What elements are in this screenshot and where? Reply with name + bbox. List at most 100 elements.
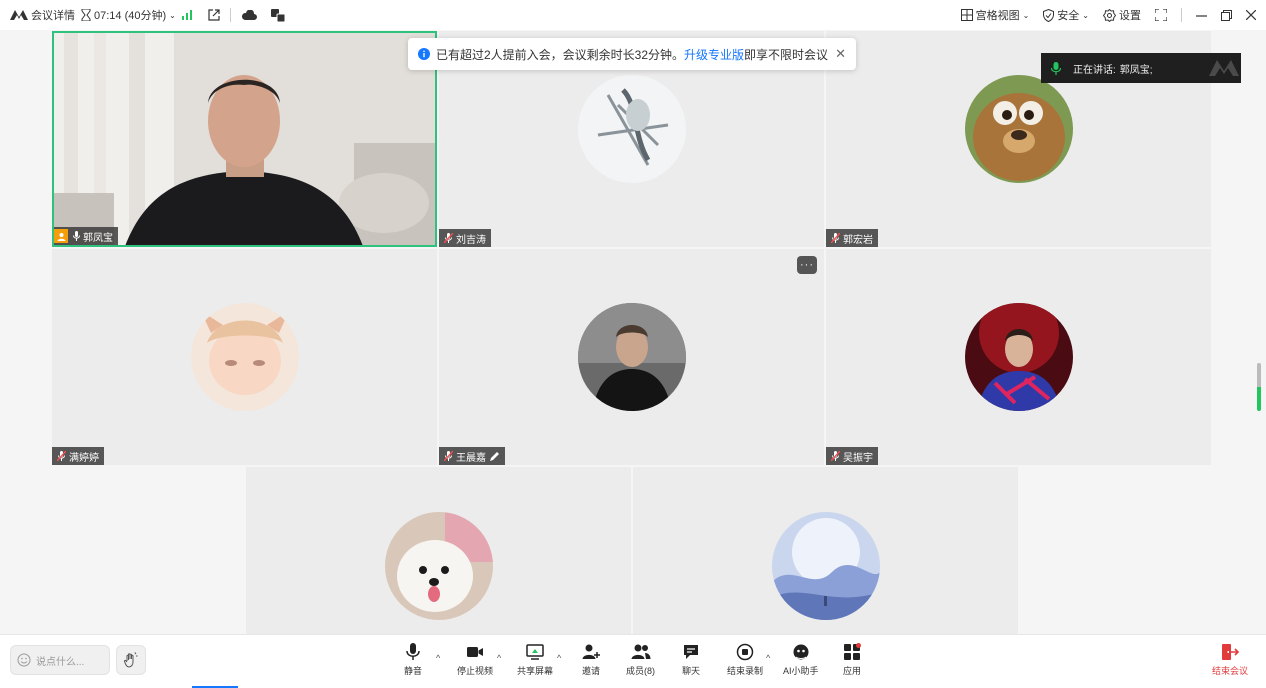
security-button[interactable]: 安全 ⌄ [1043,7,1089,23]
microphone-muted-icon [444,233,453,243]
upgrade-link[interactable]: 升级专业版 [684,46,744,63]
end-recording-button[interactable]: 结束录制 [727,643,763,677]
microphone-icon [406,643,420,660]
participant-name-tag: 郭宏岩 [826,229,878,247]
video-tile[interactable] [633,467,1018,634]
top-bar: 会议详情 07:14 (40分钟) ⌄ 宫格视图 ⌄ 安全 ⌄ 设置 [0,0,1266,30]
avatar [771,512,880,620]
apps-button[interactable]: 应用 [843,643,861,677]
stop-video-label: 停止视频 [457,666,494,676]
smiley-icon [17,653,31,667]
app-logo-icon [1209,60,1239,76]
shield-icon [1043,8,1055,22]
gallery-view-label: 宫格视图 [975,10,1020,22]
app-logo-icon [10,10,28,20]
timer-label: 07:14 (40分钟) [94,10,167,22]
chevron-up-icon[interactable]: ^ [497,653,501,663]
close-icon[interactable]: ✕ [835,46,846,62]
avatar [577,75,686,183]
participant-name: 王晨嘉 [456,452,486,464]
add-user-icon [582,644,600,659]
minimize-icon[interactable] [1196,10,1207,21]
translate-icon[interactable] [270,8,285,22]
hand-icon [123,652,138,668]
microphone-muted-icon [831,451,840,461]
more-options-button[interactable]: ··· [797,256,817,274]
members-button[interactable]: 成员(8) [626,643,655,677]
mute-button[interactable]: 静音 [404,643,422,677]
participant-name-tag: 王晨嘉 [439,447,505,465]
signal-strength-icon[interactable] [181,10,194,20]
chevron-down-icon: ⌄ [169,10,176,20]
camera-icon [467,647,483,657]
avatar [384,512,493,620]
chevron-up-icon[interactable]: ^ [557,653,561,663]
video-tile[interactable]: 吴振宇 [826,249,1211,465]
fullscreen-icon[interactable] [1155,9,1167,21]
speaking-name: 郭凤宝; [1119,64,1153,76]
apps-label: 应用 [843,666,862,676]
avatar [964,75,1073,183]
divider [1181,8,1182,22]
end-recording-label: 结束录制 [727,666,764,676]
users-icon [631,644,650,659]
chat-icon [684,645,698,659]
participant-name: 吴振宇 [843,452,873,464]
divider [229,8,231,22]
microphone-icon [1051,61,1061,75]
share-screen-icon [526,644,544,660]
cloud-icon[interactable] [241,9,257,21]
microphone-muted-icon [57,451,66,461]
share-screen-button[interactable]: 共享屏幕 [517,643,553,677]
meeting-details-button[interactable]: 会议详情 [10,7,75,23]
video-tile-self[interactable]: 郭凤宝 [52,31,437,247]
record-icon [736,643,754,661]
chevron-up-icon[interactable]: ^ [766,653,770,663]
stop-video-button[interactable]: 停止视频 [457,643,493,677]
close-icon[interactable] [1246,10,1256,20]
host-badge-icon [54,229,68,243]
chevron-up-icon[interactable]: ^ [436,653,440,663]
participant-name: 郭宏岩 [843,234,873,246]
avatar [964,303,1073,411]
invite-button[interactable]: 邀请 [582,643,600,677]
avatar [577,303,686,411]
chat-button[interactable]: 聊天 [682,643,700,677]
upgrade-notice: 已有超过2人提前入会，会议剩余时长32分钟。 升级专业版 即享不限时会议 ✕ [408,38,856,70]
video-tile[interactable]: ··· 王晨嘉 [439,249,824,465]
scroll-indicator[interactable] [1257,363,1261,411]
apps-grid-icon [844,643,861,660]
participant-name-tag: 郭凤宝 [54,227,118,245]
video-tile[interactable]: 满婷婷 [52,249,437,465]
exit-icon [1221,644,1239,660]
info-icon [418,48,430,60]
microphone-muted-icon [831,233,840,243]
security-label: 安全 [1057,10,1080,22]
ai-assistant-label: AI小助手 [783,666,819,676]
microphone-muted-icon [444,451,453,461]
restore-icon[interactable] [1221,9,1232,21]
participant-name-tag: 吴振宇 [826,447,878,465]
share-screen-label: 共享屏幕 [517,666,554,676]
hourglass-icon [81,9,91,21]
external-window-icon[interactable] [208,9,220,21]
raise-hand-button[interactable] [116,645,146,675]
ai-assistant-button[interactable]: AI小助手 [783,643,819,677]
pencil-icon[interactable] [489,451,500,462]
members-label: 成员(8) [626,666,655,676]
chevron-down-icon: ⌄ [1082,10,1089,20]
participant-name-tag: 满婷婷 [52,447,104,465]
meeting-timer[interactable]: 07:14 (40分钟) ⌄ [81,7,176,23]
settings-button[interactable]: 设置 [1103,7,1141,23]
invite-label: 邀请 [582,666,601,676]
avatar [190,303,299,411]
notice-text-after: 即享不限时会议 [744,47,829,62]
video-tile[interactable] [246,467,631,634]
end-meeting-label: 结束会议 [1211,666,1248,676]
end-meeting-button[interactable]: 结束会议 [1212,643,1248,677]
chat-label: 聊天 [682,666,701,676]
chat-quick-input[interactable]: 说点什么... [10,645,110,675]
grid-icon [960,9,973,21]
gallery-view-button[interactable]: 宫格视图 ⌄ [960,7,1029,23]
speaking-label: 正在讲话: [1073,64,1116,76]
